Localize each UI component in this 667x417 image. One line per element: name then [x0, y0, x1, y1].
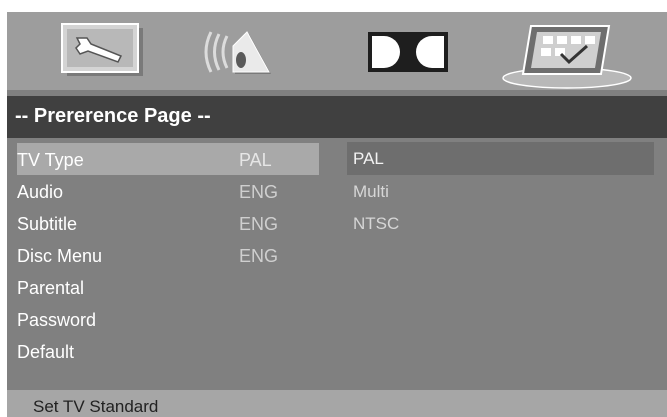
menu-item-value: ENG — [239, 182, 279, 202]
dvd-setup-screen: -- Prererence Page -- TV Type PAL Audio … — [7, 12, 667, 417]
option-label: NTSC — [353, 214, 400, 233]
menu-item-audio[interactable]: Audio ENG — [17, 175, 319, 207]
page-title: -- Prererence Page -- — [15, 105, 211, 127]
dolby-icon — [368, 32, 448, 72]
menu-item-subtitle[interactable]: Subtitle ENG — [17, 207, 319, 239]
option-pal[interactable]: PAL — [347, 142, 654, 175]
status-text: Set TV Standard — [33, 397, 159, 416]
preference-checkmark-icon — [502, 25, 632, 89]
option-multi[interactable]: Multi — [347, 175, 654, 208]
option-ntsc[interactable]: NTSC — [347, 207, 654, 240]
status-bar: Set TV Standard — [7, 390, 667, 417]
menu-item-label: Audio — [17, 182, 64, 202]
speaker-audio-icon — [204, 31, 271, 74]
audio-setup-tab[interactable] — [183, 20, 293, 82]
preference-setup-tab[interactable] — [501, 20, 641, 89]
menu-item-tv-type[interactable]: TV Type PAL — [17, 143, 319, 175]
menu-item-value: ENG — [239, 214, 279, 234]
option-label: PAL — [353, 149, 384, 168]
menu-item-default[interactable]: Default — [17, 335, 319, 367]
preference-menu: TV Type PAL Audio ENG Subtitle ENG Disc … — [7, 138, 667, 388]
menu-item-label: Subtitle — [17, 214, 78, 234]
menu-item-value: ENG — [239, 246, 279, 266]
wrench-setup-icon — [61, 23, 143, 76]
menu-item-label: Default — [17, 342, 75, 362]
menu-item-parental[interactable]: Parental — [17, 271, 319, 303]
dolby-setup-tab[interactable] — [352, 20, 462, 82]
menu-item-label: Parental — [17, 278, 85, 298]
category-icon-bar — [7, 12, 667, 90]
general-setup-tab[interactable] — [47, 20, 157, 82]
menu-item-label: TV Type — [17, 150, 84, 170]
option-label: Multi — [353, 182, 389, 201]
menu-item-label: Disc Menu — [17, 246, 103, 266]
menu-item-password[interactable]: Password — [17, 303, 319, 335]
menu-item-label: Password — [17, 310, 97, 330]
title-bar: -- Prererence Page -- — [7, 96, 667, 138]
menu-item-disc-menu[interactable]: Disc Menu ENG — [17, 239, 319, 271]
menu-item-value: PAL — [239, 150, 272, 170]
